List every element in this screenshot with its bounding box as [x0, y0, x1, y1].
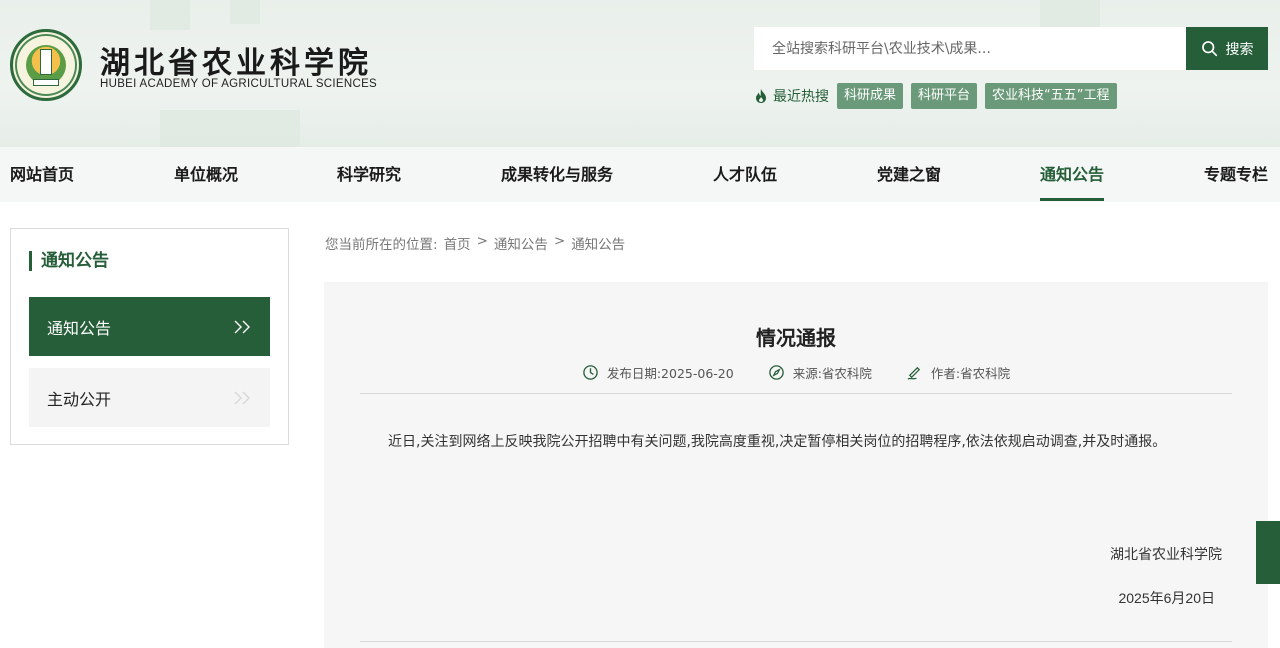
breadcrumb: 您当前所在的位置: 首页 > 通知公告 > 通知公告	[325, 233, 625, 253]
hot-tag-research-platform[interactable]: 科研平台	[911, 83, 978, 109]
breadcrumb-home[interactable]: 首页	[444, 233, 471, 253]
article-signature: 湖北省农业科学院	[1110, 547, 1222, 563]
nav-notices[interactable]: 通知公告	[1040, 147, 1105, 202]
article-sign-date: 2025年6月20日	[1118, 590, 1215, 606]
breadcrumb-notices[interactable]: 通知公告	[494, 233, 548, 253]
header-decoration	[1040, 0, 1100, 28]
meta-source-text: 来源:省农科院	[792, 366, 872, 381]
logo-chinese-name[interactable]: 湖北省农业科学院	[100, 38, 372, 82]
article-body: 近日,关注到网络上反映我院公开招聘中有关问题,我院高度重视,决定暂停相关岗位的招…	[388, 434, 1167, 450]
sidebar-item-label: 通知公告	[47, 318, 112, 338]
site-header: 湖北省农业科学院 HUBEI ACADEMY OF AGRICULTURAL S…	[0, 0, 1280, 147]
clock-icon	[583, 365, 598, 380]
header-decoration	[230, 0, 260, 24]
meta-source: 来源:省农科院	[768, 363, 872, 382]
breadcrumb-separator: >	[476, 233, 488, 249]
meta-author: 作者:省农科院	[906, 363, 1010, 382]
logo-emblem-tower-icon	[40, 49, 52, 75]
meta-author-text: 作者:省农科院	[930, 366, 1011, 381]
article-divider	[360, 641, 1232, 642]
sidebar-title: 通知公告	[29, 251, 109, 271]
hot-tag-five-five-project[interactable]: 农业科技“五五”工程	[985, 83, 1117, 109]
breadcrumb-separator: >	[553, 233, 566, 249]
hot-search-bar: 最近热搜 科研成果 科研平台 农业科技“五五”工程	[754, 83, 1125, 109]
main-navigation: 网站首页 单位概况 科学研究 成果转化与服务 人才队伍 党建之窗 通知公告 专题…	[0, 147, 1280, 202]
nav-transfer-service[interactable]: 成果转化与服务	[501, 147, 613, 202]
nav-research[interactable]: 科学研究	[337, 147, 401, 202]
header-decoration	[150, 0, 190, 30]
pen-icon	[907, 366, 921, 380]
hot-tag-research-results[interactable]: 科研成果	[837, 83, 904, 109]
search-button[interactable]: 搜索	[1186, 27, 1268, 70]
sidebar-item-disclosure[interactable]: 主动公开	[29, 368, 270, 427]
nav-talent[interactable]: 人才队伍	[713, 147, 777, 202]
sidebar-item-notices[interactable]: 通知公告	[29, 297, 270, 356]
search-button-label: 搜索	[1225, 41, 1254, 58]
meta-date: 发布日期:2025-06-20	[582, 363, 734, 382]
meta-date-text: 发布日期:2025-06-20	[606, 366, 734, 381]
article-panel: 情况通报 发布日期:2025-06-20 来源:省农科院 作者:省农科院 近日,…	[324, 282, 1268, 648]
header-decoration	[160, 110, 300, 147]
article-meta: 发布日期:2025-06-20 来源:省农科院 作者:省农科院	[324, 363, 1268, 382]
breadcrumb-prefix: 您当前所在的位置:	[325, 237, 438, 253]
nav-party[interactable]: 党建之窗	[877, 147, 941, 202]
academy-logo-emblem[interactable]	[10, 29, 82, 101]
compass-icon	[768, 365, 784, 380]
search-icon	[1201, 41, 1217, 57]
double-chevron-right-icon	[234, 320, 250, 333]
sidebar-item-label: 主动公开	[47, 389, 112, 409]
floating-side-tab[interactable]	[1256, 521, 1280, 584]
sidebar: 通知公告 通知公告 主动公开	[10, 228, 289, 445]
search-input[interactable]	[754, 27, 1186, 70]
nav-special-topics[interactable]: 专题专栏	[1204, 147, 1268, 202]
nav-home[interactable]: 网站首页	[10, 147, 74, 202]
breadcrumb-current[interactable]: 通知公告	[571, 233, 625, 253]
article-divider	[360, 393, 1232, 394]
double-chevron-right-icon	[234, 391, 250, 404]
fire-icon	[756, 89, 766, 103]
article-title: 情况通报	[756, 326, 836, 350]
logo-emblem-plaque-icon	[33, 79, 59, 86]
nav-about[interactable]: 单位概况	[174, 147, 238, 202]
hot-search-label: 最近热搜	[773, 89, 829, 105]
logo-english-name[interactable]: HUBEI ACADEMY OF AGRICULTURAL SCIENCES	[100, 78, 377, 90]
